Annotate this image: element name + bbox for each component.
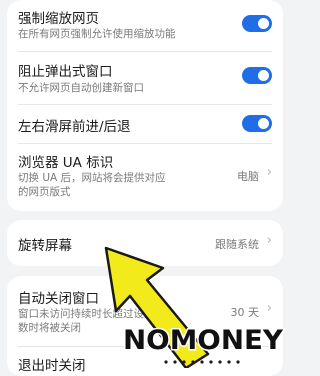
setting-subtitle: 在所有网页强制允许使用缩放功能: [18, 28, 176, 40]
setting-title: 自动关闭窗口: [18, 291, 99, 307]
setting-subtitle: 不允许网页自动创建新窗口: [18, 82, 144, 94]
setting-auto-close[interactable]: 自动关闭窗口 窗口未访问持续时长超过设定 数时将被关闭 30 天 ›: [7, 276, 283, 340]
settings-card-windows: 自动关闭窗口 窗口未访问持续时长超过设定 数时将被关闭 30 天 › 退出时关闭: [7, 276, 283, 376]
setting-force-zoom[interactable]: 强制缩放网页 在所有网页强制允许使用缩放功能: [7, 0, 283, 50]
setting-subtitle: 窗口未访问持续时长超过设定: [18, 308, 155, 320]
settings-card-browser: 强制缩放网页 在所有网页强制允许使用缩放功能 阻止弹出式窗口 不允许网页自动创建…: [7, 0, 283, 211]
ua-value: 电脑: [237, 170, 259, 183]
block-popups-toggle[interactable]: [242, 67, 272, 84]
setting-browser-ua[interactable]: 浏览器 UA 标识 切换 UA 后，网站将会提供对应 的网页版式 电脑 ›: [7, 144, 283, 208]
setting-title: 强制缩放网页: [18, 11, 99, 27]
setting-title: 左右滑屏前进/后退: [18, 119, 131, 135]
swipe-nav-toggle[interactable]: [242, 115, 272, 132]
setting-title: 阻止弹出式窗口: [18, 64, 113, 80]
setting-swipe-nav[interactable]: 左右滑屏前进/后退: [7, 105, 283, 142]
rotate-value: 跟随系统: [215, 238, 259, 251]
auto-close-value: 30 天: [230, 306, 260, 319]
setting-rotate-screen[interactable]: 旋转屏幕 跟随系统 ›: [7, 220, 283, 266]
settings-card-rotate: 旋转屏幕 跟随系统 ›: [7, 220, 283, 266]
toggle-knob: [258, 18, 269, 29]
setting-title: 退出时关闭: [18, 358, 86, 374]
setting-subtitle: 数时将被关闭: [18, 322, 81, 334]
setting-subtitle: 的网页版式: [18, 186, 71, 198]
force-zoom-toggle[interactable]: [242, 15, 272, 32]
chevron-right-icon: ›: [266, 165, 272, 180]
chevron-right-icon: ›: [266, 301, 272, 316]
setting-subtitle: 切换 UA 后，网站将会提供对应: [18, 172, 166, 184]
chevron-right-icon: ›: [266, 233, 272, 248]
setting-close-on-exit[interactable]: 退出时关闭: [7, 347, 283, 376]
toggle-knob: [258, 118, 269, 129]
setting-title: 浏览器 UA 标识: [18, 155, 114, 171]
toggle-knob: [258, 70, 269, 81]
setting-title: 旋转屏幕: [18, 238, 72, 254]
setting-block-popups[interactable]: 阻止弹出式窗口 不允许网页自动创建新窗口: [7, 52, 283, 104]
